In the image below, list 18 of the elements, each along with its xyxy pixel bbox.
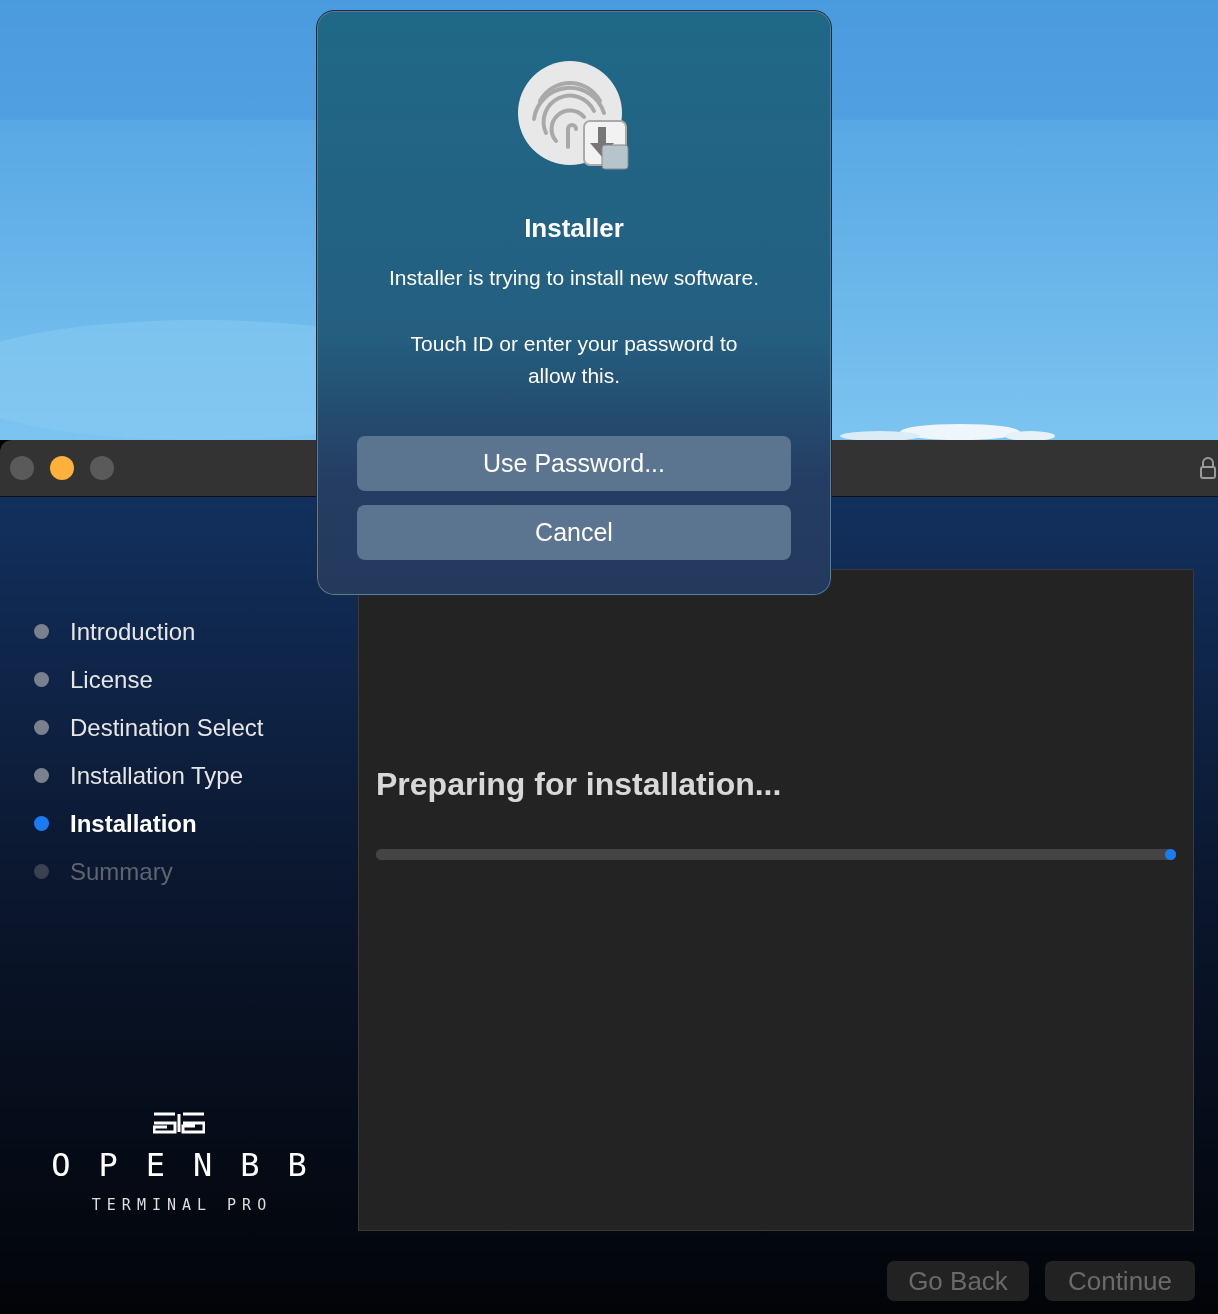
dialog-button[interactable]: Cancel [357, 505, 791, 560]
step-label: Introduction [70, 617, 196, 646]
lock-icon [1200, 457, 1216, 479]
dialog-button[interactable]: Use Password... [357, 436, 791, 491]
fingerprint-icon [518, 61, 630, 173]
step-label: License [70, 665, 153, 694]
step-label: Installation Type [70, 761, 243, 790]
window-control-icon[interactable] [50, 456, 74, 480]
dialog-title: Installer [524, 213, 624, 244]
dialog-message: Installer is trying to install new software. [389, 266, 759, 290]
dialog-prompt: Touch ID or enter your password to allow this. [409, 331, 739, 389]
step-label: Summary [70, 857, 173, 886]
logo-text: OPENBB [51, 1146, 335, 1184]
logo-subtitle: TERMINAL PRO [91, 1196, 273, 1214]
step-label: Destination Select [70, 713, 264, 742]
step-label: Installation [70, 809, 197, 838]
status-heading: Preparing for installation... [376, 766, 783, 803]
logo-icon [153, 1112, 205, 1134]
